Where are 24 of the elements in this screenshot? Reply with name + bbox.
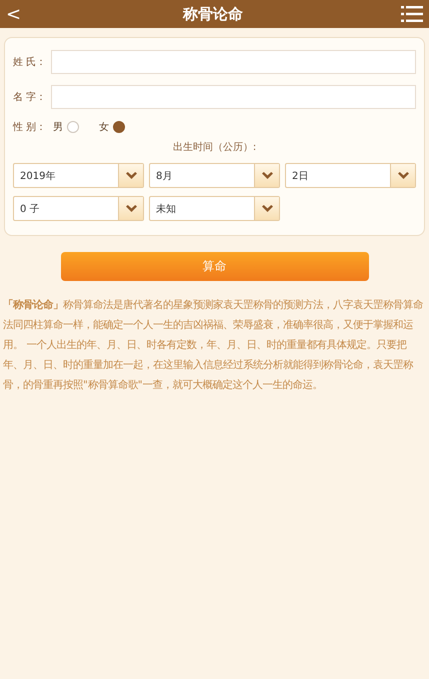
dropdown-select[interactable]: 8月 [149, 163, 280, 188]
name-label: 名 字： [13, 90, 47, 104]
gender-label: 性 别： [13, 120, 47, 134]
birth-time-label: 出生时间（公历）: [172, 140, 258, 154]
intro-paragraph: 「称骨论命」称骨算命法是唐代著名的星象预测家袁天罡称骨的预测方法，八字袁天罡称骨算命法同四柱算命一样，能确定一个人一生的吉凶祸福、荣辱盛衰，准确率很高，又便于掌握和运用。 一个人出生的年、月、日、时各有定数，年、月、日、时的重量都有具体规定。只要把年、月、日、时的重量加在一起，在这里输入信息经过系统分析就能得到称骨论命，袁天罡称骨，的骨重再按照"称骨算命歌"一查，就可大概确定这个人一生的命运。 [2, 298, 424, 393]
dropdown-select[interactable]: 2日 [285, 163, 416, 188]
back-button[interactable]: < [2, 4, 26, 24]
chevron-down-icon [126, 172, 136, 180]
dropdown-select[interactable]: 未知 [149, 196, 280, 221]
dropdown-select[interactable]: 0 子 [13, 196, 144, 221]
dropdown-select[interactable]: 2019年 [13, 163, 144, 188]
gender-radio[interactable] [113, 121, 125, 133]
surname-field[interactable] [51, 50, 416, 74]
page-title: 称骨论命 [183, 4, 244, 24]
gender-option-label: 男 [53, 121, 63, 134]
menu-icon[interactable] [401, 5, 423, 23]
name-field[interactable] [51, 85, 416, 109]
chevron-down-icon [398, 172, 408, 180]
chevron-down-icon [126, 204, 136, 212]
chevron-down-icon [262, 204, 272, 212]
gender-option-label: 女 [99, 121, 109, 134]
chevron-down-icon [262, 172, 272, 180]
surname-label: 姓 氏： [13, 56, 47, 69]
gender-radio[interactable] [67, 121, 79, 133]
